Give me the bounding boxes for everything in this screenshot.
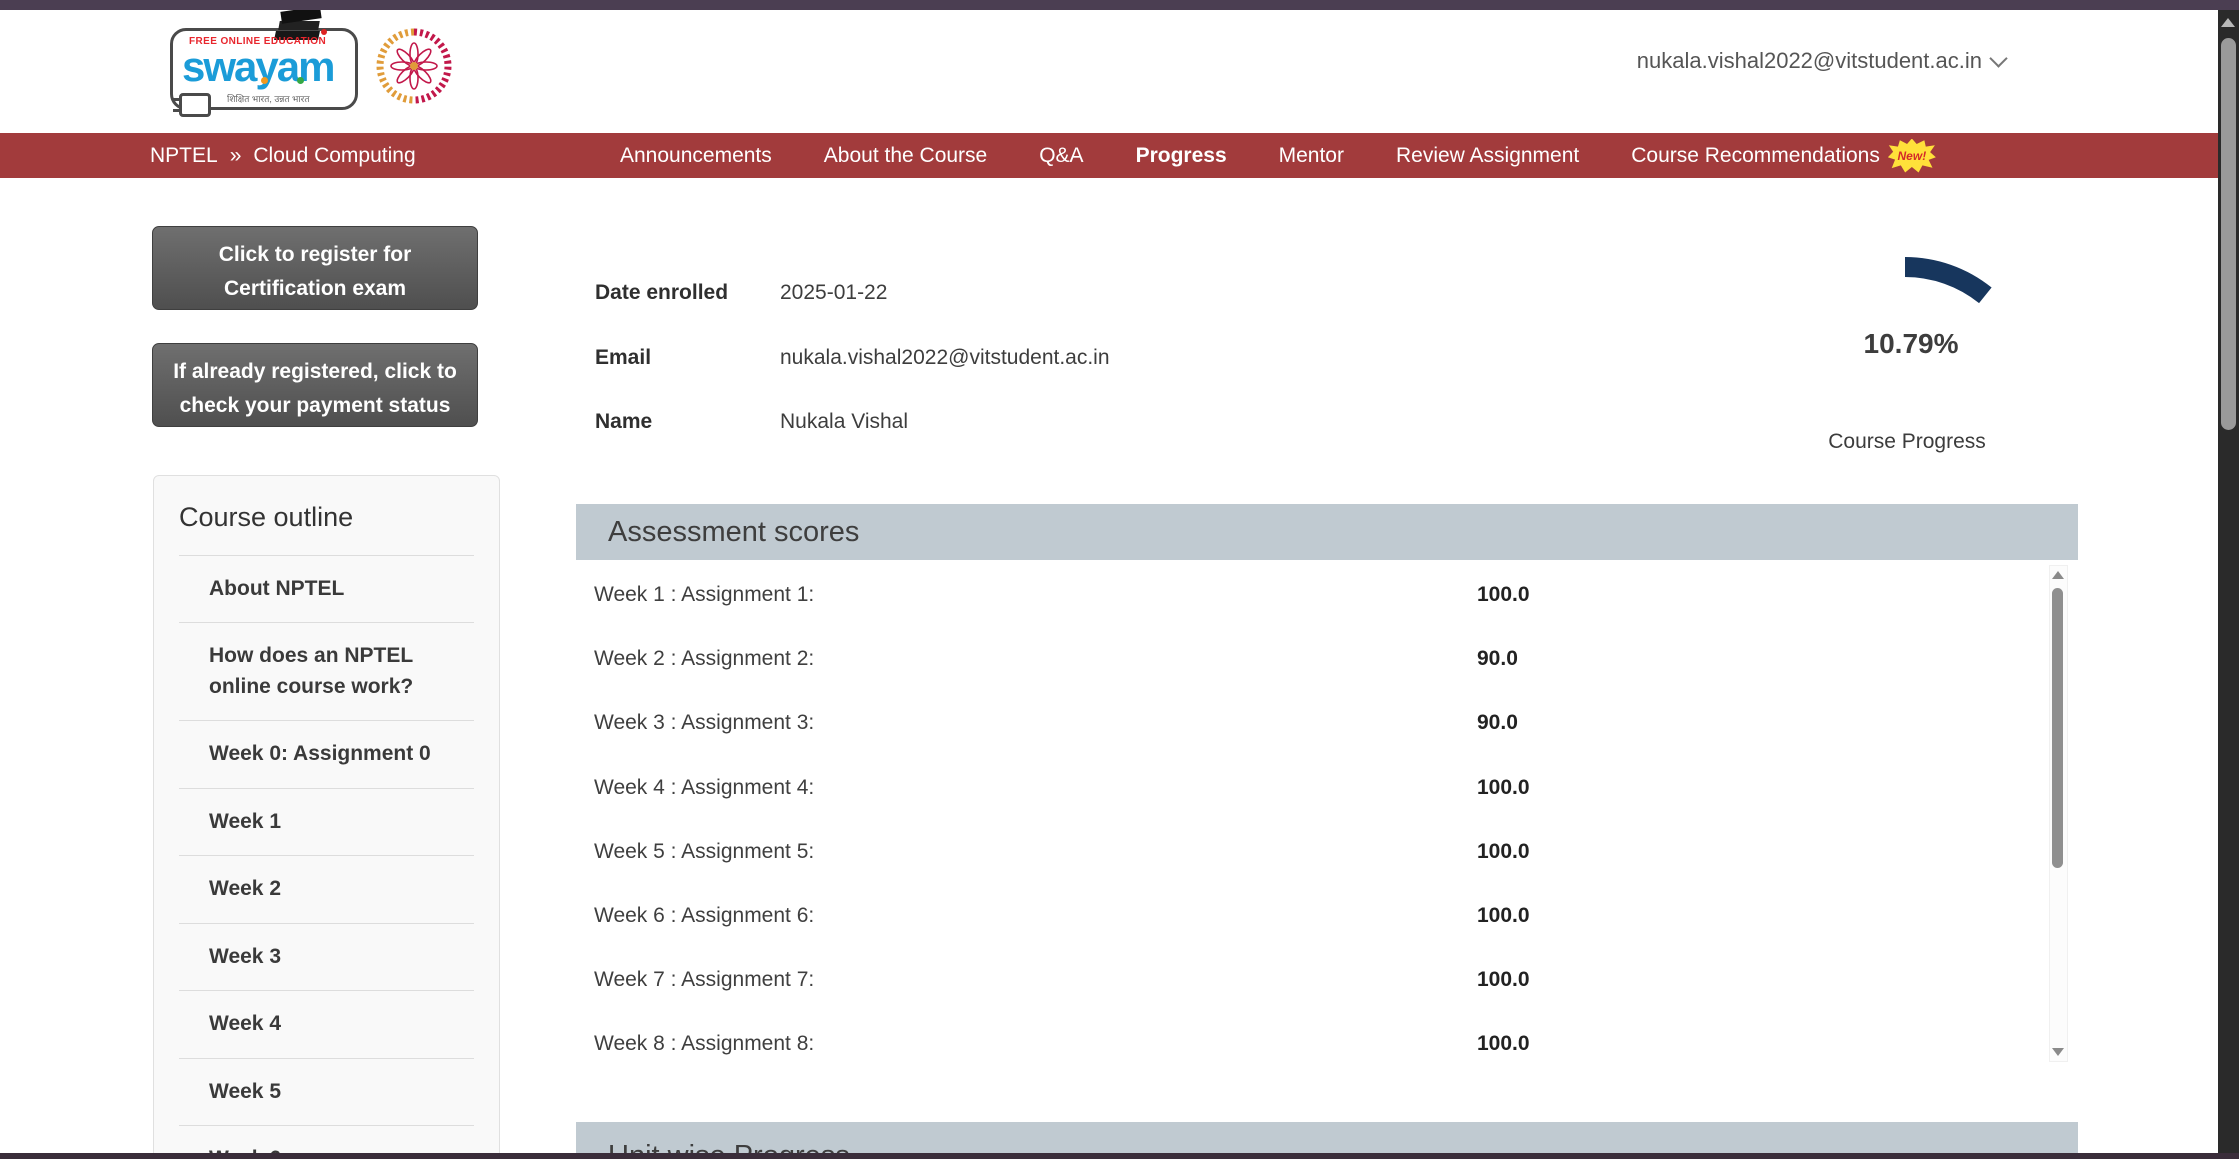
outline-item-week1[interactable]: Week 1: [179, 789, 474, 856]
score-value: 90.0: [1477, 647, 1518, 671]
scores-scrollbar-thumb[interactable]: [2052, 588, 2063, 868]
window-bottom-bar: [0, 1153, 2239, 1159]
score-row-week2: Week 2 : Assignment 2: 90.0: [576, 627, 2078, 691]
email-label: Email: [595, 346, 780, 370]
score-value: 100.0: [1477, 776, 1530, 800]
plug-icon: [179, 93, 211, 117]
score-label: Week 6 : Assignment 6:: [576, 904, 814, 928]
chevron-down-icon: [1989, 49, 2007, 67]
course-outline-title: Course outline: [179, 476, 474, 556]
logo-accent-dot-green: [297, 77, 304, 84]
assessment-scores-list: Week 1 : Assignment 1: 100.0 Week 2 : As…: [576, 563, 2078, 1063]
nav-mentor[interactable]: Mentor: [1279, 144, 1344, 168]
info-row-name: Name Nukala Vishal: [595, 390, 1455, 455]
browser-scrollbar-up-arrow[interactable]: [2221, 18, 2235, 27]
score-value: 100.0: [1477, 583, 1530, 607]
nav-course-recommendations[interactable]: Course Recommendations: [1631, 144, 1880, 168]
score-row-week3: Week 3 : Assignment 3: 90.0: [576, 691, 2078, 755]
score-value: 100.0: [1477, 1032, 1530, 1056]
nav-about-the-course[interactable]: About the Course: [824, 144, 987, 168]
score-value: 90.0: [1477, 711, 1518, 735]
outline-item-week4[interactable]: Week 4: [179, 991, 474, 1058]
account-email: nukala.vishal2022@vitstudent.ac.in: [1637, 48, 1982, 74]
breadcrumb-course[interactable]: Cloud Computing: [253, 144, 415, 168]
page: FREE ONLINE EDUCATION swayam शिक्षित भार…: [0, 0, 2239, 1159]
payment-status-button[interactable]: If already registered, click to check yo…: [152, 343, 478, 427]
score-row-week7: Week 7 : Assignment 7: 100.0: [576, 948, 2078, 1012]
scores-scrollbar-up-arrow[interactable]: [2052, 571, 2064, 579]
score-row-week5: Week 5 : Assignment 5: 100.0: [576, 820, 2078, 884]
score-label: Week 7 : Assignment 7:: [576, 968, 814, 992]
outline-item-about-nptel[interactable]: About NPTEL: [179, 556, 474, 623]
score-label: Week 2 : Assignment 2:: [576, 647, 814, 671]
info-row-date-enrolled: Date enrolled 2025-01-22: [595, 261, 1455, 326]
breadcrumb-nptel[interactable]: NPTEL: [150, 144, 218, 168]
window-top-bar: [0, 0, 2239, 10]
outline-item-week3[interactable]: Week 3: [179, 924, 474, 991]
assessment-scores-header: Assessment scores: [576, 504, 2078, 560]
score-label: Week 5 : Assignment 5:: [576, 840, 814, 864]
name-label: Name: [595, 410, 780, 434]
date-enrolled-value: 2025-01-22: [780, 281, 887, 305]
browser-scrollbar[interactable]: [2218, 10, 2239, 1153]
nav-qa[interactable]: Q&A: [1039, 144, 1083, 168]
breadcrumb: NPTEL » Cloud Computing: [150, 133, 416, 178]
email-value: nukala.vishal2022@vitstudent.ac.in: [780, 346, 1110, 370]
outline-item-week0[interactable]: Week 0: Assignment 0: [179, 721, 474, 788]
nav-progress[interactable]: Progress: [1136, 144, 1227, 168]
date-enrolled-label: Date enrolled: [595, 281, 780, 305]
logo-accent-dot-orange: [261, 77, 268, 84]
scores-scrollbar[interactable]: [2049, 565, 2068, 1062]
name-value: Nukala Vishal: [780, 410, 908, 434]
outline-item-week2[interactable]: Week 2: [179, 856, 474, 923]
assessment-scores-title: Assessment scores: [576, 504, 2078, 549]
score-label: Week 3 : Assignment 3:: [576, 711, 814, 735]
nav-menu: Announcements About the Course Q&A Progr…: [620, 133, 1936, 178]
score-value: 100.0: [1477, 840, 1530, 864]
score-value: 100.0: [1477, 904, 1530, 928]
outline-item-how-course-works[interactable]: How does an NPTEL online course work?: [179, 623, 474, 721]
score-label: Week 8 : Assignment 8:: [576, 1032, 814, 1056]
scores-scrollbar-down-arrow[interactable]: [2052, 1048, 2064, 1056]
course-navbar: NPTEL » Cloud Computing Announcements Ab…: [0, 133, 2218, 178]
progress-percent: 10.79%: [1811, 328, 2011, 360]
score-row-week6: Week 6 : Assignment 6: 100.0: [576, 884, 2078, 948]
nav-announcements[interactable]: Announcements: [620, 144, 772, 168]
register-certification-button[interactable]: Click to register for Certification exam: [152, 226, 478, 310]
new-badge: New!: [1888, 139, 1936, 173]
course-outline-panel: Course outline About NPTEL How does an N…: [153, 475, 500, 1159]
score-value: 100.0: [1477, 968, 1530, 992]
account-menu[interactable]: nukala.vishal2022@vitstudent.ac.in: [1637, 48, 2005, 74]
score-row-week1: Week 1 : Assignment 1: 100.0: [576, 563, 2078, 627]
emblem-logo: [374, 26, 454, 106]
score-label: Week 4 : Assignment 4:: [576, 776, 814, 800]
browser-scrollbar-thumb[interactable]: [2221, 38, 2236, 430]
progress-label: Course Progress: [1807, 430, 2007, 454]
score-row-week4: Week 4 : Assignment 4: 100.0: [576, 756, 2078, 820]
breadcrumb-separator: »: [230, 144, 242, 168]
logo-brand-text: swayam: [182, 43, 333, 91]
score-label: Week 1 : Assignment 1:: [576, 583, 814, 607]
outline-item-week5[interactable]: Week 5: [179, 1059, 474, 1126]
site-header: FREE ONLINE EDUCATION swayam शिक्षित भार…: [0, 10, 2218, 133]
score-row-week8: Week 8 : Assignment 8: 100.0: [576, 1012, 2078, 1076]
info-row-email: Email nukala.vishal2022@vitstudent.ac.in: [595, 326, 1455, 391]
progress-arc: [1765, 255, 2045, 535]
nav-review-assignment[interactable]: Review Assignment: [1396, 144, 1579, 168]
enrollment-info: Date enrolled 2025-01-22 Email nukala.vi…: [595, 261, 1455, 455]
swayam-logo[interactable]: FREE ONLINE EDUCATION swayam शिक्षित भार…: [170, 28, 358, 110]
logo-hindi-tagline: शिक्षित भारत, उन्नत भारत: [227, 92, 310, 105]
